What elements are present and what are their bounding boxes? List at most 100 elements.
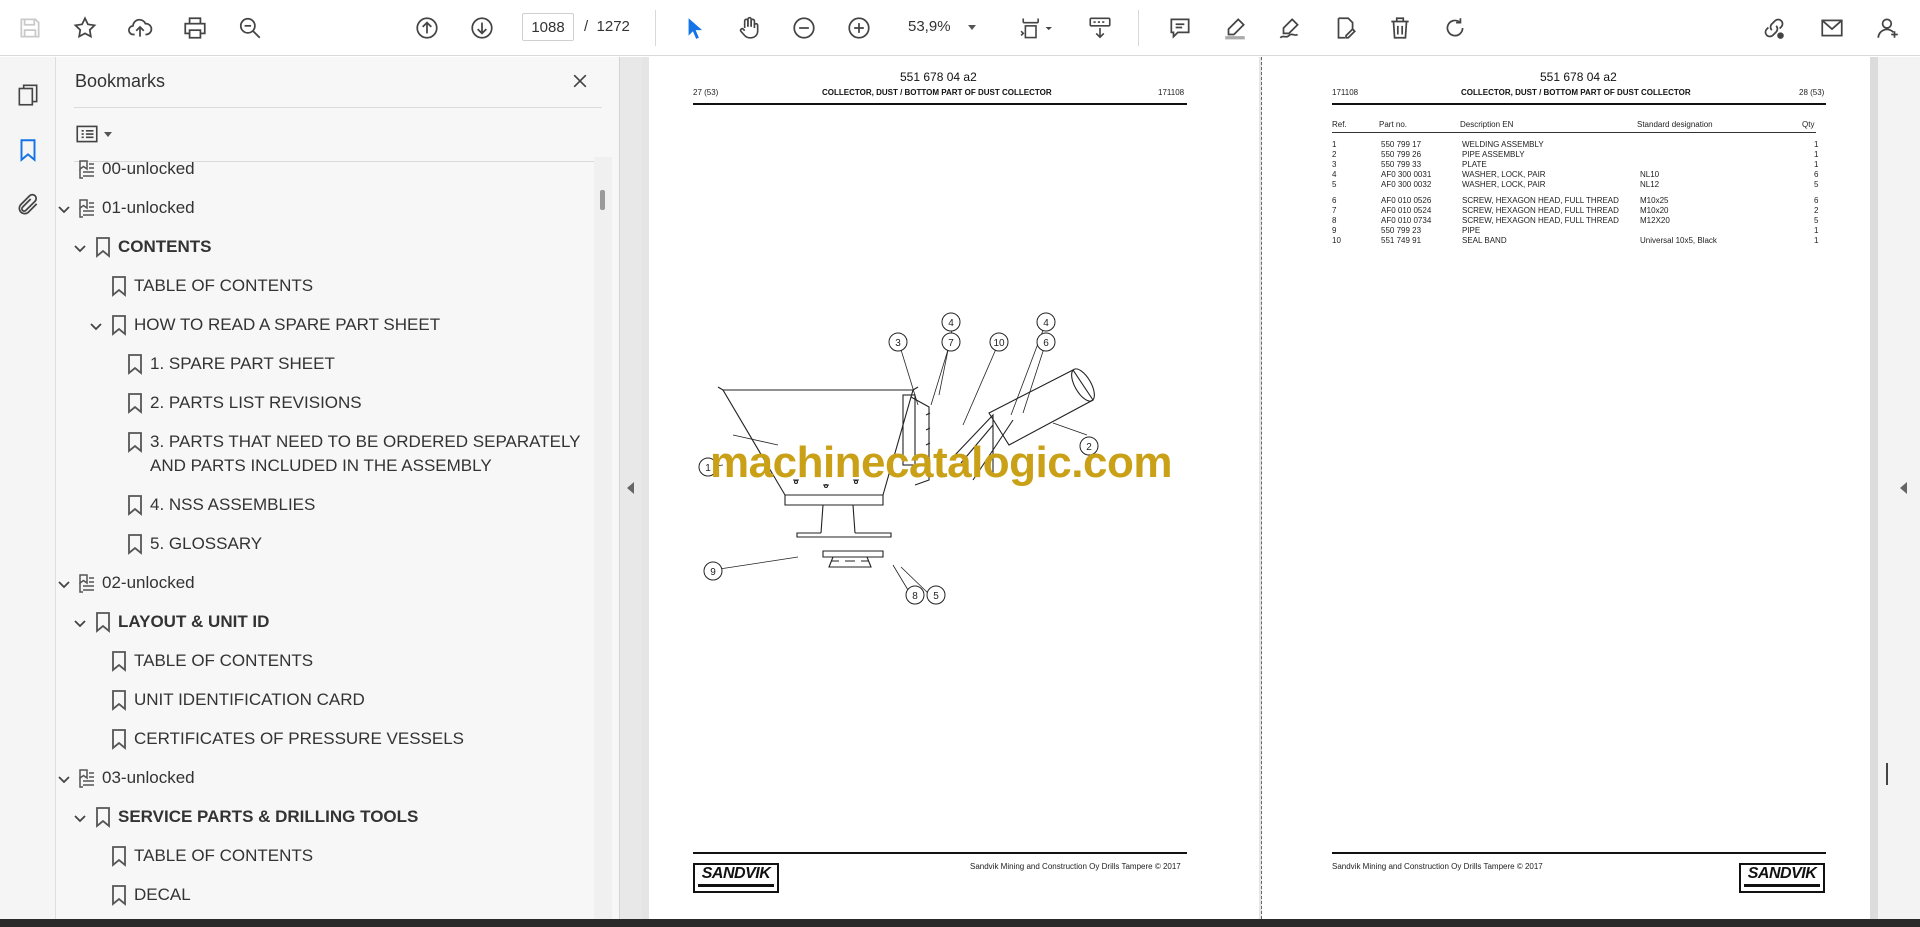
close-icon[interactable] xyxy=(566,67,594,95)
row-ref: 9 xyxy=(1332,226,1337,235)
right-panel-toggle[interactable] xyxy=(1878,57,1920,919)
row-description: WASHER, LOCK, PAIR xyxy=(1462,170,1546,179)
right-page-ref: 28 (53) xyxy=(1799,88,1825,97)
row-part-no: AF0 300 0031 xyxy=(1381,170,1432,179)
viewer-scrollbar[interactable] xyxy=(1870,57,1878,919)
draw-freehand-icon[interactable] xyxy=(1272,10,1308,46)
row-description: PIPE ASSEMBLY xyxy=(1462,150,1525,159)
table-header-rule xyxy=(1332,132,1816,133)
page-fit-icon[interactable] xyxy=(1012,10,1060,46)
multi-bookmark-icon xyxy=(78,572,96,594)
col-qty: Qty xyxy=(1802,120,1815,129)
bookmark-icon xyxy=(126,431,144,453)
chevron-down-icon[interactable] xyxy=(72,239,88,255)
left-date-code: 171108 xyxy=(1158,88,1185,97)
zoom-level-select[interactable]: 53,9% xyxy=(890,13,982,41)
fill-sign-icon[interactable] xyxy=(1327,10,1363,46)
bookmark-options-button[interactable] xyxy=(74,119,122,149)
select-cursor-icon[interactable] xyxy=(676,10,712,46)
chevron-down-icon[interactable] xyxy=(72,614,88,630)
panel-divider xyxy=(74,107,602,108)
attachments-icon[interactable] xyxy=(10,187,46,223)
email-icon[interactable] xyxy=(1814,10,1850,46)
page-number-input[interactable]: 1088 xyxy=(522,13,574,41)
hand-tool-icon[interactable] xyxy=(731,10,767,46)
row-qty: 2 xyxy=(1814,206,1819,215)
bookmark-icon xyxy=(94,806,112,828)
bookmark-scrollbar[interactable] xyxy=(594,157,612,919)
share-link-icon[interactable] xyxy=(1756,10,1792,46)
previous-page-icon[interactable] xyxy=(409,10,445,46)
collapse-left-icon[interactable] xyxy=(627,482,634,494)
chevron-down-icon xyxy=(968,25,976,30)
next-page-icon[interactable] xyxy=(464,10,500,46)
row-qty: 1 xyxy=(1814,236,1819,245)
row-part-no: 550 799 17 xyxy=(1381,140,1422,149)
document-page-right xyxy=(1262,57,1872,919)
row-ref: 6 xyxy=(1332,196,1337,205)
footer-rule xyxy=(693,852,1187,854)
bookmarks-panel: Bookmarks 00-unlocked 01-unlocked CONTENTS… xyxy=(56,57,620,919)
list-options-icon xyxy=(76,125,98,143)
row-qty: 5 xyxy=(1814,180,1819,189)
row-description: SCREW, HEXAGON HEAD, FULL THREAD xyxy=(1462,196,1619,205)
row-standard: M10x20 xyxy=(1640,206,1669,215)
right-page-title: COLLECTOR, DUST / BOTTOM PART OF DUST CO… xyxy=(1461,88,1691,97)
row-qty: 1 xyxy=(1814,140,1819,149)
bookmark-icon xyxy=(94,611,112,633)
bookmark-label: CONTENTS xyxy=(118,237,212,256)
row-part-no: AF0 010 0526 xyxy=(1381,196,1432,205)
scrollbar-thumb[interactable] xyxy=(600,190,605,210)
header-rule xyxy=(1332,103,1826,105)
star-icon[interactable] xyxy=(67,10,103,46)
row-qty: 1 xyxy=(1814,150,1819,159)
comment-icon[interactable] xyxy=(1162,10,1198,46)
callout-5: 5 xyxy=(926,585,946,605)
bookmark-icon xyxy=(110,884,128,906)
bookmark-icon xyxy=(110,275,128,297)
col-standard: Standard designation xyxy=(1637,120,1713,129)
callout-10: 10 xyxy=(989,332,1009,352)
viewer-scrollbar-thumb[interactable] xyxy=(1886,763,1888,785)
col-ref: Ref. xyxy=(1332,120,1347,129)
account-icon[interactable] xyxy=(1870,10,1906,46)
zoom-level-value: 53,9% xyxy=(908,18,951,35)
zoom-out-icon[interactable] xyxy=(786,10,822,46)
left-doc-number: 551 678 04 a2 xyxy=(900,70,977,84)
callout-3: 3 xyxy=(888,332,908,352)
chevron-down-icon[interactable] xyxy=(72,809,88,825)
row-ref: 2 xyxy=(1332,150,1337,159)
delete-icon[interactable] xyxy=(1382,10,1418,46)
callout-9: 9 xyxy=(703,561,723,581)
save-icon[interactable] xyxy=(12,10,48,46)
bookmark-label: CERTIFICATES OF PRESSURE VESSELS xyxy=(134,729,465,748)
taskbar-strip xyxy=(0,919,1920,927)
row-qty: 5 xyxy=(1814,216,1819,225)
page-thumbnails-icon[interactable] xyxy=(10,77,46,113)
right-doc-number: 551 678 04 a2 xyxy=(1540,70,1617,84)
bookmark-label: 02-unlocked xyxy=(102,573,195,592)
callout-6: 6 xyxy=(1036,332,1056,352)
row-standard: Universal 10x5, Black xyxy=(1640,236,1717,245)
row-part-no: 551 749 91 xyxy=(1381,236,1422,245)
highlight-pen-icon[interactable] xyxy=(1217,10,1253,46)
print-icon[interactable] xyxy=(177,10,213,46)
chevron-down-icon[interactable] xyxy=(56,200,72,216)
bookmarks-icon[interactable] xyxy=(10,132,46,168)
rotate-icon[interactable] xyxy=(1437,10,1473,46)
chevron-down-icon[interactable] xyxy=(88,317,104,333)
bookmark-icon xyxy=(110,314,128,336)
chevron-down-icon[interactable] xyxy=(56,575,72,591)
zoom-in-icon[interactable] xyxy=(841,10,877,46)
bookmark-icon xyxy=(126,494,144,516)
row-description: SCREW, HEXAGON HEAD, FULL THREAD xyxy=(1462,216,1619,225)
zoom-search-icon[interactable] xyxy=(232,10,268,46)
multi-bookmark-icon xyxy=(78,197,96,219)
panel-splitter[interactable] xyxy=(620,57,642,919)
row-ref: 5 xyxy=(1332,180,1337,189)
scroll-mode-icon[interactable] xyxy=(1082,10,1118,46)
bookmark-icon xyxy=(126,353,144,375)
chevron-down-icon[interactable] xyxy=(56,770,72,786)
upload-cloud-icon[interactable] xyxy=(122,10,158,46)
expand-right-icon[interactable] xyxy=(1900,482,1907,494)
